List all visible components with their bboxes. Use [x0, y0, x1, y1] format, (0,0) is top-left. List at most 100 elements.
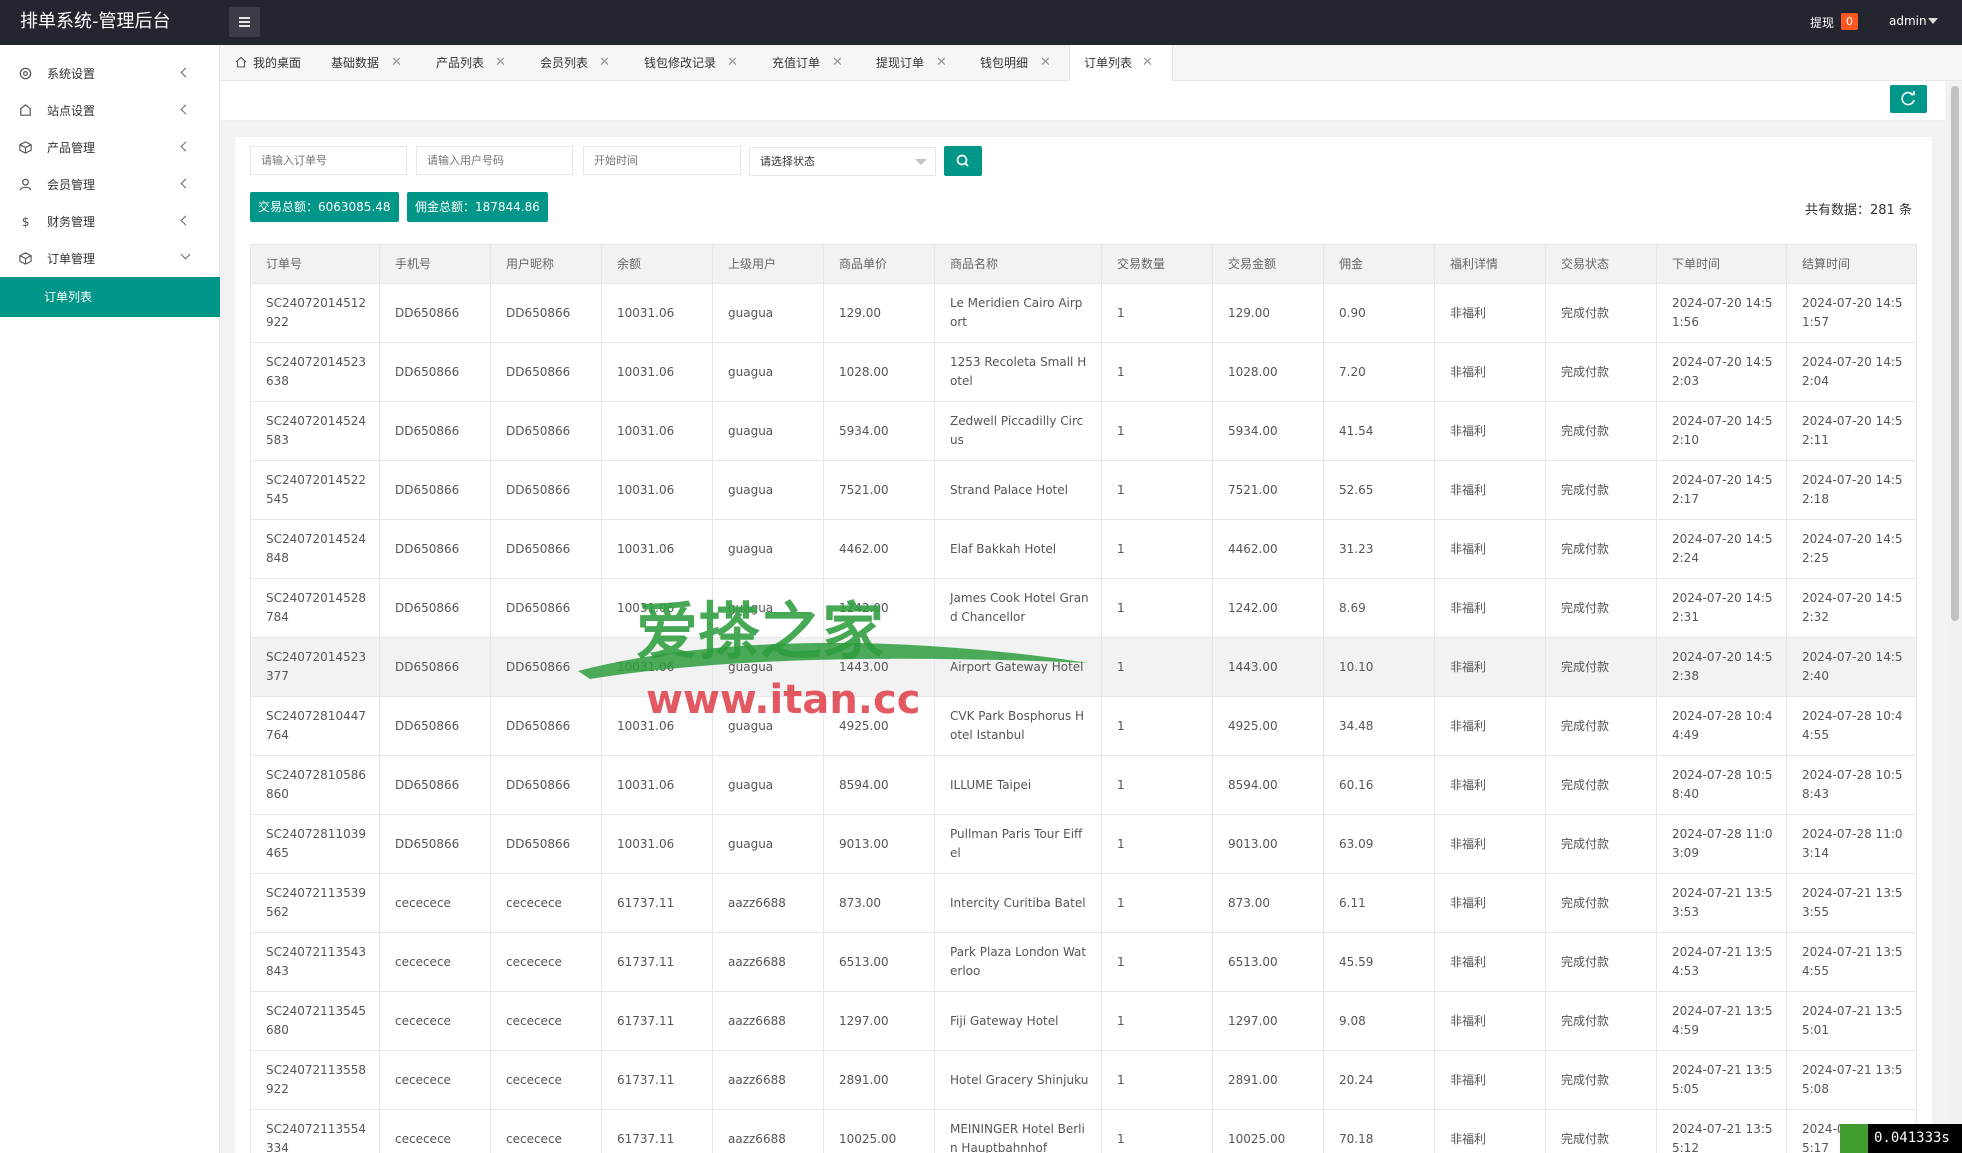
sidebar-item-site-settings[interactable]: 站点设置 — [0, 92, 220, 129]
balance-cell: 61737.11 — [601, 991, 713, 1051]
sidebar-subitem-order-list[interactable]: 订单列表 — [0, 277, 220, 317]
refresh-button[interactable] — [1890, 85, 1927, 113]
quantity-cell: 1 — [1101, 932, 1213, 992]
total-count: 共有数据：281 条 — [1805, 203, 1912, 218]
start-time-input[interactable] — [583, 146, 741, 175]
product-name-cell: Elaf Bakkah Hotel — [934, 519, 1102, 579]
menu-toggle-icon[interactable] — [229, 7, 260, 37]
amount-cell: 2891.00 — [1212, 1050, 1324, 1110]
sidebar-item-finance-management[interactable]: $ 财务管理 — [0, 203, 220, 240]
product-name-cell: Airport Gateway Hotel — [934, 637, 1102, 697]
status-cell: 完成付款 — [1545, 283, 1657, 343]
balance-cell: 10031.06 — [601, 755, 713, 815]
settle-time-cell: 2024-07-20 14:51:57 — [1786, 283, 1917, 343]
commission-cell: 34.48 — [1323, 696, 1435, 756]
unit-price-cell: 1028.00 — [823, 342, 935, 402]
settle-time-cell: 2024-07-20 14:52:40 — [1786, 637, 1917, 697]
balance-cell: 10031.06 — [601, 578, 713, 638]
order-no-cell: SC24072113554334 — [250, 1109, 380, 1153]
close-icon[interactable]: ✕ — [727, 45, 738, 81]
parent-user-cell: aazz6688 — [712, 1109, 824, 1153]
amount-cell: 6513.00 — [1212, 932, 1324, 992]
chevron-left-icon — [180, 104, 191, 115]
unit-price-cell: 5934.00 — [823, 401, 935, 461]
commission-cell: 41.54 — [1323, 401, 1435, 461]
user-menu[interactable]: admin — [1889, 14, 1927, 28]
welfare-cell: 非福利 — [1434, 460, 1546, 520]
commission-cell: 52.65 — [1323, 460, 1435, 520]
order-no-cell: SC24072014522545 — [250, 460, 380, 520]
sidebar-item-system-settings[interactable]: 系统设置 — [0, 55, 220, 92]
tab-home[interactable]: 我的桌面 — [220, 45, 316, 81]
close-icon[interactable]: ✕ — [391, 45, 402, 81]
amount-cell: 4925.00 — [1212, 696, 1324, 756]
tab-bar: 我的桌面 基础数据 ✕ 产品列表 ✕ 会员列表 ✕ 钱包修改记录 ✕ 充值订单 … — [220, 45, 1962, 82]
status-cell: 完成付款 — [1545, 1109, 1657, 1153]
welfare-cell: 非福利 — [1434, 578, 1546, 638]
welfare-cell: 非福利 — [1434, 342, 1546, 402]
tab-product-list[interactable]: 产品列表 ✕ — [420, 45, 524, 81]
tab-basic-data[interactable]: 基础数据 ✕ — [316, 45, 420, 81]
column-header: 交易数量 — [1101, 244, 1213, 284]
phone-cell: DD650866 — [379, 696, 491, 756]
parent-user-cell: aazz6688 — [712, 873, 824, 933]
trade-total-badge: 交易总额：6063085.48 — [250, 192, 399, 222]
tab-recharge-orders[interactable]: 充值订单 ✕ — [755, 45, 859, 81]
unit-price-cell: 1443.00 — [823, 637, 935, 697]
close-icon[interactable]: ✕ — [1142, 45, 1153, 81]
quantity-cell: 1 — [1101, 814, 1213, 874]
site-icon — [20, 104, 31, 116]
tab-wallet-change-log[interactable]: 钱包修改记录 ✕ — [628, 45, 755, 81]
quantity-cell: 1 — [1101, 755, 1213, 815]
caret-down-icon[interactable] — [1928, 18, 1938, 24]
balance-cell: 61737.11 — [601, 873, 713, 933]
close-icon[interactable]: ✕ — [495, 45, 506, 81]
table-row: SC24072113543843 cececece cececece 61737.11… — [250, 932, 1917, 992]
welfare-cell: 非福利 — [1434, 637, 1546, 697]
column-header: 结算时间 — [1786, 244, 1917, 284]
close-icon[interactable]: ✕ — [936, 45, 947, 81]
quantity-cell: 1 — [1101, 1050, 1213, 1110]
order-time-cell: 2024-07-20 14:52:03 — [1656, 342, 1787, 402]
balance-cell: 10031.06 — [601, 460, 713, 520]
nickname-cell: cececece — [490, 1109, 602, 1153]
order-time-cell: 2024-07-21 13:53:53 — [1656, 873, 1787, 933]
order-no-input[interactable] — [250, 146, 407, 175]
welfare-cell: 非福利 — [1434, 873, 1546, 933]
settle-time-cell: 2024-07-21 13:53:55 — [1786, 873, 1917, 933]
user-no-input[interactable] — [416, 146, 573, 175]
parent-user-cell: guagua — [712, 401, 824, 461]
column-header: 订单号 — [250, 244, 380, 284]
unit-price-cell: 4462.00 — [823, 519, 935, 579]
order-time-cell: 2024-07-20 14:52:38 — [1656, 637, 1787, 697]
tab-member-list[interactable]: 会员列表 ✕ — [524, 45, 628, 81]
tab-label: 钱包修改记录 — [644, 56, 717, 70]
order-time-cell: 2024-07-20 14:52:24 — [1656, 519, 1787, 579]
amount-cell: 873.00 — [1212, 873, 1324, 933]
tab-order-list[interactable]: 订单列表 ✕ — [1069, 45, 1173, 82]
sidebar-item-member-management[interactable]: 会员管理 — [0, 166, 220, 203]
commission-cell: 20.24 — [1323, 1050, 1435, 1110]
search-button[interactable] — [944, 146, 982, 176]
dollar-icon: $ — [22, 215, 30, 229]
column-header: 上级用户 — [712, 244, 824, 284]
order-no-cell: SC24072014523638 — [250, 342, 380, 402]
product-name-cell: Zedwell Piccadilly Circus — [934, 401, 1102, 461]
sidebar-item-product-management[interactable]: 产品管理 — [0, 129, 220, 166]
amount-cell: 129.00 — [1212, 283, 1324, 343]
withdraw-link[interactable]: 提现 — [1810, 14, 1834, 31]
scrollbar-thumb[interactable] — [1951, 86, 1959, 621]
tab-withdraw-orders[interactable]: 提现订单 ✕ — [859, 45, 963, 81]
nickname-cell: DD650866 — [490, 342, 602, 402]
sidebar-item-order-management[interactable]: 订单管理 — [0, 240, 220, 277]
close-icon[interactable]: ✕ — [1040, 45, 1051, 81]
close-icon[interactable]: ✕ — [832, 45, 843, 81]
nickname-cell: DD650866 — [490, 637, 602, 697]
amount-cell: 1242.00 — [1212, 578, 1324, 638]
parent-user-cell: guagua — [712, 755, 824, 815]
amount-cell: 7521.00 — [1212, 460, 1324, 520]
status-select[interactable]: 请选择状态 — [749, 147, 936, 176]
tab-wallet-details[interactable]: 钱包明细 ✕ — [963, 45, 1067, 81]
close-icon[interactable]: ✕ — [599, 45, 610, 81]
nickname-cell: DD650866 — [490, 578, 602, 638]
